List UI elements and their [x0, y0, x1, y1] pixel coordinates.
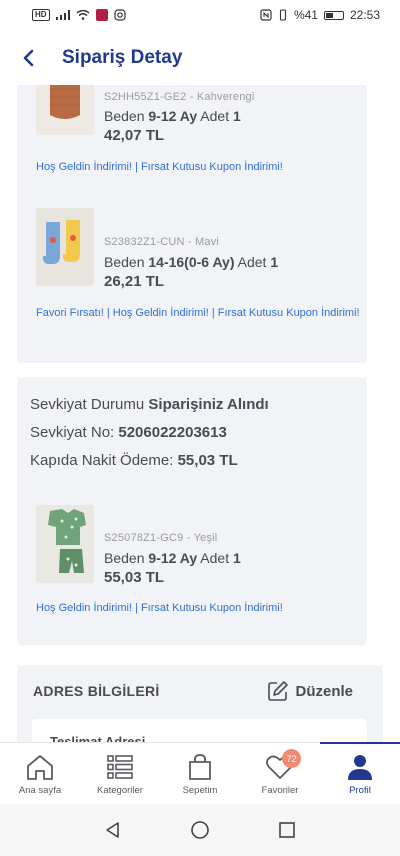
product-image[interactable]: [36, 85, 94, 135]
shipment-status-value: Siparişiniz Alındı: [148, 396, 269, 413]
hd-icon: HD: [32, 9, 50, 21]
nav-profile-label: Profil: [349, 785, 371, 796]
socks-image: [43, 220, 80, 264]
qty-label: Adet: [200, 108, 230, 124]
shipment-status-label: Sevkiyat Durumu: [30, 396, 145, 413]
battery-percent: %41: [293, 8, 318, 22]
user-icon: [348, 755, 372, 780]
size-label: Beden: [104, 550, 145, 566]
wifi-icon: [76, 10, 90, 20]
size-value: 9-12 Ay: [148, 108, 198, 124]
shipment-number-value: 5206022203613: [118, 424, 227, 441]
delivery-address-box: Teslimat Adresi: [32, 719, 367, 742]
payment-value: 55,03 TL: [177, 452, 238, 469]
shipment-number: Sevkiyat No: 5206022203613: [30, 424, 227, 441]
favorites-count-badge: 72: [282, 749, 301, 768]
qty-value: 1: [270, 254, 279, 270]
size-label: Beden: [104, 108, 145, 124]
chevron-left-icon: [23, 49, 34, 66]
product-sku: S25078Z1-GC9 - Yeşil: [104, 532, 218, 544]
order-detail-content[interactable]: S2HH55Z1-GE2 - Kahverengi Beden 9-12 Ay …: [0, 85, 400, 742]
qty-value: 1: [232, 550, 241, 566]
app-notification-icon: [95, 9, 108, 21]
nfc-icon: [260, 9, 272, 21]
order-items-card: S2HH55Z1-GE2 - Kahverengi Beden 9-12 Ay …: [17, 85, 367, 363]
recents-square-icon[interactable]: [278, 821, 296, 839]
android-navigation-bar: [0, 804, 400, 856]
qty-label: Adet: [200, 550, 230, 566]
home-circle-icon[interactable]: [190, 820, 210, 840]
signal-icon: [55, 10, 70, 20]
size-label: Beden: [104, 254, 145, 270]
nav-home-label: Ana sayfa: [18, 785, 62, 796]
product-image[interactable]: [36, 208, 94, 286]
product-promo: Hoş Geldin İndirimi! | Fırsat Kutusu Kup…: [36, 602, 283, 614]
size-value: 14-16(0-6 Ay): [148, 254, 235, 270]
shipment-number-label: Sevkiyat No:: [30, 424, 115, 441]
nav-cart[interactable]: Sepetim: [160, 743, 240, 804]
outfit-image: [48, 509, 86, 573]
back-button[interactable]: [0, 30, 56, 85]
home-icon: [27, 755, 53, 780]
product-price: 26,21 TL: [104, 273, 165, 290]
status-bar: HD %41 22:53: [0, 0, 400, 30]
clock: 22:53: [349, 8, 380, 22]
nav-profile[interactable]: Profil: [320, 742, 400, 804]
product-size-qty: Beden 14-16(0-6 Ay) Adet 1: [104, 254, 278, 270]
status-right: %41 22:53: [260, 8, 380, 22]
app-header: Sipariş Detay: [0, 30, 400, 85]
nav-categories[interactable]: Kategoriler: [80, 743, 160, 804]
product-price: 42,07 TL: [104, 127, 165, 144]
nav-favorites-label: Favoriler: [261, 785, 299, 796]
product-promo: Hoş Geldin İndirimi! | Fırsat Kutusu Kup…: [36, 161, 283, 173]
categories-icon: [107, 755, 133, 779]
back-triangle-icon[interactable]: [104, 821, 122, 839]
vibrate-icon: [279, 9, 286, 21]
page-title: Sipariş Detay: [62, 46, 183, 68]
qty-value: 1: [232, 108, 241, 124]
payment-info: Kapıda Nakit Ödeme: 55,03 TL: [30, 452, 238, 469]
product-sku: S23832Z1-CUN - Mavi: [104, 236, 220, 248]
edit-address-label: Düzenle: [295, 682, 353, 700]
product-size-qty: Beden 9-12 Ay Adet 1: [104, 108, 241, 124]
product-image[interactable]: [36, 505, 94, 583]
instagram-icon: [113, 9, 126, 21]
shipment-card: Sevkiyat Durumu Siparişiniz Alındı Sevki…: [17, 377, 367, 645]
product-sku: S2HH55Z1-GE2 - Kahverengi: [104, 91, 255, 103]
nav-cart-label: Sepetim: [182, 785, 218, 796]
edit-icon: [268, 681, 289, 701]
bodysuit-image: [50, 85, 80, 119]
delivery-address-title: Teslimat Adresi: [50, 734, 146, 742]
bottom-navigation: Ana sayfa Kategoriler Sepetim 72 Favoril…: [0, 742, 400, 804]
battery-icon: [323, 10, 344, 20]
edit-address-button[interactable]: Düzenle: [267, 680, 353, 702]
bag-icon: [189, 754, 211, 780]
status-left: HD: [32, 9, 126, 21]
address-section-title: ADRES BİLGİLERİ: [33, 683, 160, 699]
product-promo: Favori Fırsatı! | Hoş Geldin İndirimi! |…: [36, 307, 360, 319]
product-price: 55,03 TL: [104, 569, 165, 586]
address-card: ADRES BİLGİLERİ Düzenle Teslimat Adresi: [17, 665, 383, 742]
nav-home[interactable]: Ana sayfa: [0, 743, 80, 804]
shipment-status: Sevkiyat Durumu Siparişiniz Alındı: [30, 396, 269, 413]
product-size-qty: Beden 9-12 Ay Adet 1: [104, 550, 241, 566]
nav-categories-label: Kategoriler: [97, 785, 143, 796]
size-value: 9-12 Ay: [148, 550, 198, 566]
payment-label: Kapıda Nakit Ödeme:: [30, 452, 174, 469]
nav-favorites[interactable]: 72 Favoriler: [240, 743, 320, 804]
qty-label: Adet: [237, 254, 267, 270]
